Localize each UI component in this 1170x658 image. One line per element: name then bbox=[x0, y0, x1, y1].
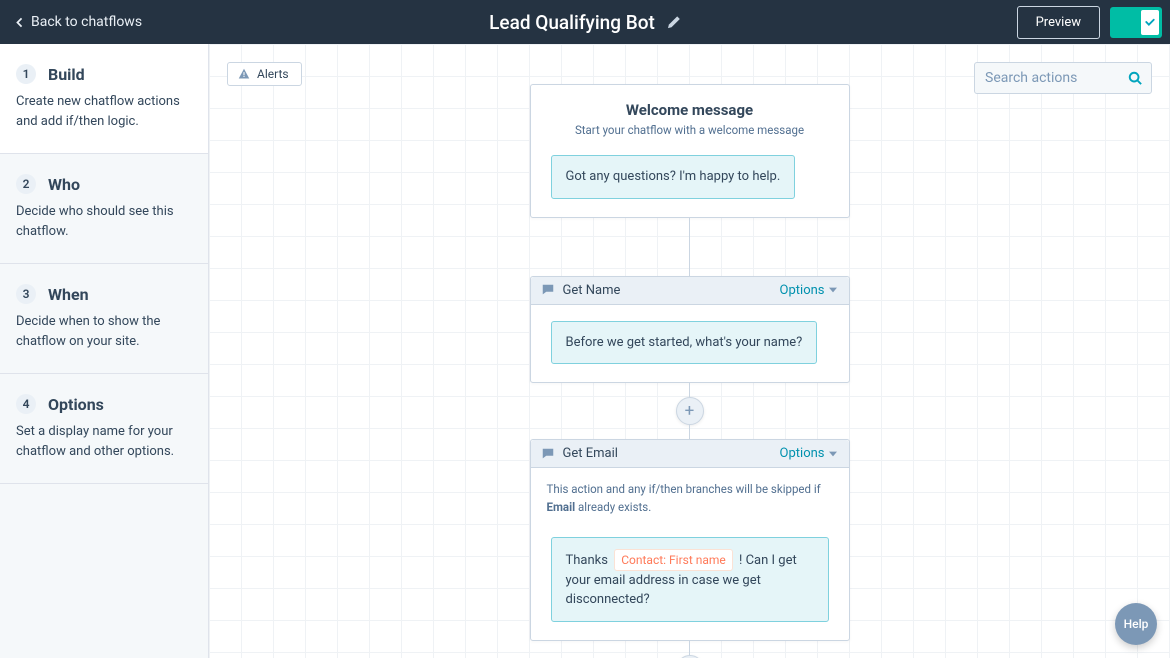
back-link[interactable]: Back to chatflows bbox=[14, 14, 142, 30]
step-title: Options bbox=[48, 395, 104, 414]
topbar-actions: Preview bbox=[1017, 6, 1162, 39]
step-title: Who bbox=[48, 175, 80, 194]
card-header-title: Get Email bbox=[563, 446, 618, 461]
search-wrap bbox=[974, 62, 1152, 94]
step-desc: Set a display name for your chatflow and… bbox=[16, 422, 192, 461]
check-icon bbox=[1144, 16, 1156, 28]
welcome-bubble: Got any questions? I'm happy to help. bbox=[551, 155, 796, 199]
step-num: 1 bbox=[16, 64, 36, 84]
card-options-link[interactable]: Options bbox=[780, 446, 837, 461]
publish-toggle[interactable] bbox=[1110, 7, 1162, 38]
warning-icon bbox=[238, 68, 250, 80]
step-desc: Decide who should see this chatflow. bbox=[16, 202, 192, 241]
sidebar: 1 Build Create new chatflow actions and … bbox=[0, 44, 209, 658]
card-header-title: Get Name bbox=[563, 283, 621, 298]
back-label: Back to chatflows bbox=[31, 14, 142, 30]
options-label: Options bbox=[780, 446, 825, 461]
help-label: Help bbox=[1124, 617, 1149, 631]
step-desc: Decide when to show the chatflow on your… bbox=[16, 312, 192, 351]
main: 1 Build Create new chatflow actions and … bbox=[0, 44, 1170, 658]
step-num: 2 bbox=[16, 174, 36, 194]
flow-column: Welcome message Start your chatflow with… bbox=[530, 84, 850, 658]
chat-icon bbox=[541, 283, 555, 297]
skip-note: This action and any if/then branches wil… bbox=[531, 468, 849, 517]
page-title: Lead Qualifying Bot bbox=[489, 11, 655, 34]
card-get-name[interactable]: Get Name Options Before we get started, … bbox=[530, 276, 850, 384]
caret-down-icon bbox=[829, 450, 837, 458]
chevron-left-icon bbox=[14, 17, 25, 28]
get-email-bubble: Thanks Contact: First name ! Can I get y… bbox=[551, 537, 829, 622]
alerts-button[interactable]: Alerts bbox=[227, 62, 302, 86]
get-name-bubble: Before we get started, what's your name? bbox=[551, 321, 818, 365]
options-label: Options bbox=[780, 283, 825, 298]
page-title-wrap: Lead Qualifying Bot bbox=[489, 11, 681, 34]
step-title: Build bbox=[48, 65, 85, 84]
publish-toggle-handle bbox=[1141, 10, 1159, 35]
card-header: Get Name Options bbox=[531, 277, 849, 305]
connector-line bbox=[689, 641, 690, 655]
canvas: Alerts Welcome message Start your chatfl… bbox=[209, 44, 1170, 658]
search-icon bbox=[1128, 71, 1142, 85]
card-get-email[interactable]: Get Email Options This action and any if… bbox=[530, 439, 850, 641]
topbar: Back to chatflows Lead Qualifying Bot Pr… bbox=[0, 0, 1170, 44]
sidebar-step-options[interactable]: 4 Options Set a display name for your ch… bbox=[0, 374, 208, 484]
sidebar-step-build[interactable]: 1 Build Create new chatflow actions and … bbox=[0, 44, 208, 154]
sidebar-step-who[interactable]: 2 Who Decide who should see this chatflo… bbox=[0, 154, 208, 264]
contact-firstname-token[interactable]: Contact: First name bbox=[614, 549, 733, 571]
help-button[interactable]: Help bbox=[1115, 603, 1157, 645]
step-desc: Create new chatflow actions and add if/t… bbox=[16, 92, 192, 131]
card-options-link[interactable]: Options bbox=[780, 283, 837, 298]
connector-line bbox=[689, 383, 690, 397]
connector-line bbox=[689, 218, 690, 276]
step-num: 3 bbox=[16, 284, 36, 304]
chat-icon bbox=[541, 447, 555, 461]
sidebar-step-when[interactable]: 3 When Decide when to show the chatflow … bbox=[0, 264, 208, 374]
preview-button[interactable]: Preview bbox=[1017, 6, 1100, 39]
caret-down-icon bbox=[829, 286, 837, 294]
connector-line bbox=[689, 425, 690, 439]
welcome-subtitle: Start your chatflow with a welcome messa… bbox=[551, 123, 829, 137]
welcome-title: Welcome message bbox=[551, 101, 829, 119]
search-input[interactable] bbox=[974, 62, 1152, 94]
alerts-label: Alerts bbox=[257, 67, 289, 81]
card-welcome[interactable]: Welcome message Start your chatflow with… bbox=[530, 84, 850, 218]
card-header: Get Email Options bbox=[531, 440, 849, 468]
step-num: 4 bbox=[16, 394, 36, 414]
edit-icon[interactable] bbox=[667, 15, 681, 29]
add-action-button[interactable]: + bbox=[676, 397, 704, 425]
step-title: When bbox=[48, 285, 89, 304]
